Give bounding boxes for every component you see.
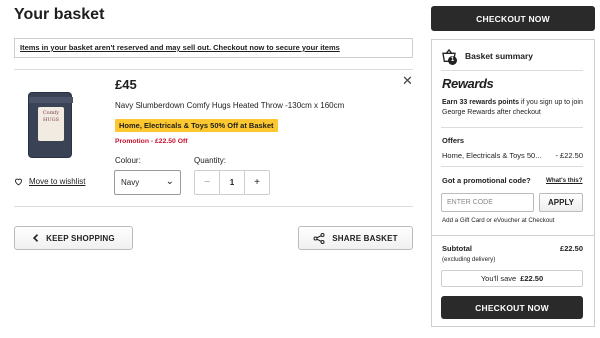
move-to-wishlist-label: Move to wishlist [29,177,86,186]
quantity-increase-button[interactable]: + [245,171,269,194]
checkout-now-button-top[interactable]: CHECKOUT NOW [431,6,595,31]
share-icon [313,232,325,244]
basket-count-badge: 1 [448,56,457,65]
offers-title: Offers [442,136,465,145]
savings-box: You'll save £22.50 [441,270,583,287]
promotion-text: Promotion - £22.50 Off [115,138,188,145]
subtotal-row: Subtotal £22.50 [442,244,583,253]
checkout-now-button-bottom[interactable]: CHECKOUT NOW [441,296,583,319]
subtotal-note: (excluding delivery) [442,256,496,263]
quantity-decrease-button[interactable]: − [195,171,219,194]
keep-shopping-label: KEEP SHOPPING [46,233,115,243]
whats-this-link[interactable]: What's this? [546,177,583,184]
remove-item-close-icon[interactable]: ✕ [402,73,413,89]
savings-label: You'll save [480,274,517,283]
divider-top [14,69,413,70]
divider-summary-2 [441,127,583,128]
subtotal-value: £22.50 [560,244,583,253]
subtotal-label: Subtotal [442,244,472,253]
offer-name: Home, Electricals & Toys 50... [442,151,542,160]
share-basket-label: SHARE BASKET [332,233,398,243]
product-image-band [29,97,73,103]
divider-bottom [14,206,413,207]
basket-summary-header: 1 Basket summary [441,48,534,65]
rewards-text: Earn 33 rewards points if you sign up to… [442,98,587,118]
gift-card-text: Add a Gift Card or eVoucher at Checkout [442,217,555,224]
basket-summary-title: Basket summary [465,51,534,61]
colour-select[interactable]: Navy ⌄ [114,170,181,195]
divider-summary-4 [431,235,595,236]
offer-row: Home, Electricals & Toys 50... - £22.50 [442,151,583,160]
product-image-label: Comfy HUGS [38,107,64,141]
page-title: Your basket [14,6,105,23]
move-to-wishlist-link[interactable]: Move to wishlist [14,177,85,186]
chevron-left-icon [33,234,39,242]
product-name-link[interactable]: Navy Slumberdown Comfy Hugs Heated Throw… [115,101,344,110]
promo-code-title: Got a promotional code? [442,176,531,185]
promo-code-input[interactable]: ENTER CODE [441,193,534,212]
quantity-input[interactable]: 1 [219,171,245,194]
rewards-logo: Rewards [442,76,494,91]
item-price: £45 [115,77,137,92]
divider-summary-1 [441,70,583,71]
offer-value: - £22.50 [555,151,583,160]
chevron-down-icon: ⌄ [165,176,174,187]
quantity-label: Quantity: [194,156,227,165]
heart-icon [15,178,22,186]
product-image[interactable]: Comfy HUGS [28,92,73,158]
colour-label: Colour: [115,156,141,165]
keep-shopping-button[interactable]: KEEP SHOPPING [14,226,133,250]
share-basket-button[interactable]: SHARE BASKET [298,226,413,250]
stock-notice-link[interactable]: Items in your basket aren't reserved and… [14,38,413,58]
rewards-points: Earn 33 rewards points [442,99,520,106]
quantity-stepper[interactable]: − 1 + [194,170,270,195]
divider-summary-3 [441,166,583,167]
savings-value: £22.50 [520,274,544,283]
colour-select-value: Navy [121,178,140,187]
offer-badge[interactable]: Home, Electricals & Toys 50% Off at Bask… [115,119,278,132]
apply-button[interactable]: APPLY [539,193,583,212]
basket-icon: 1 [441,48,457,65]
